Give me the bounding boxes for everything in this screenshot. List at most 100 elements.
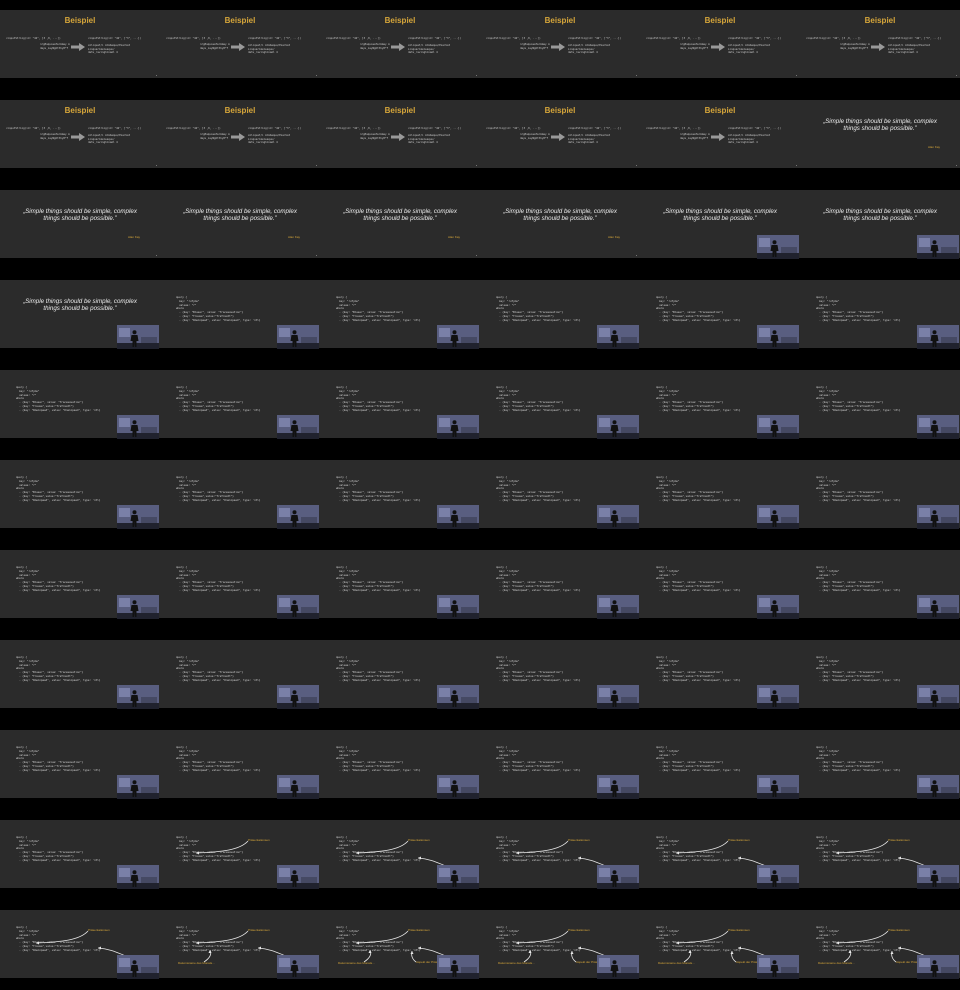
right-arrow-icon (71, 43, 85, 51)
video-frame-thumbnail: „Simple things should be simple, complex… (640, 180, 800, 270)
speaker-person-icon (290, 420, 299, 437)
video-window (919, 328, 930, 337)
code-block: query { key: "ruTyms" values: "?" where … (336, 656, 421, 682)
speaker-person-icon (610, 960, 619, 977)
video-frame-thumbnail: query { key: "ruTyms" values: "?" where … (160, 720, 320, 810)
speaker-video-overlay (277, 415, 319, 439)
code-block: query { key: "ruTyms" values: "?" where … (176, 296, 261, 322)
annotation-label: Präsentationsen (888, 838, 910, 842)
speaker-person-icon (770, 690, 779, 707)
code-block: query { key: "ruTyms" values: "?" where … (336, 746, 421, 772)
video-window (439, 958, 450, 967)
quote-text: „Simple things should be simple, complex… (23, 208, 137, 222)
speaker-video-overlay (437, 955, 479, 979)
code-block: query { key: "ruTyms" values: "?" where … (816, 656, 901, 682)
code-block: query { key: "ruTyms" values: "?" where … (496, 656, 581, 682)
contact-sheet-grid: Beispiel <inputString(id: "42", [3 ,0, ..… (0, 0, 960, 990)
video-frame-thumbnail: query { key: "ruTyms" values: "?" where … (0, 720, 160, 810)
video-frame-thumbnail: query { key: "ruTyms" values: "?" where … (320, 810, 480, 900)
video-window (759, 868, 770, 877)
video-frame-thumbnail: query { key: "ruTyms" values: "?" where … (800, 630, 960, 720)
speaker-video-overlay (757, 325, 799, 349)
speaker-video-overlay (117, 415, 159, 439)
code-snippet-middle: nrgPaquosaTerAmay A dayu_nsyWghtthy0*f (360, 43, 390, 50)
speaker-video-overlay (277, 685, 319, 709)
code-block: query { key: "ruTyms" values: "?" where … (16, 566, 101, 592)
code-block: query { key: "ruTyms" values: "?" where … (176, 386, 261, 412)
code-block: query { key: "ruTyms" values: "?" where … (816, 476, 901, 502)
video-window (599, 778, 610, 787)
code-snippet-right: <inputString(id: "42", ["3", ...]) alliq… (728, 37, 782, 55)
presentation-slide: Beispiel <inputString(id: "42", [3 ,0, ..… (640, 100, 800, 168)
code-snippet-right: <inputString(id: "42", ["3", ...]) alliq… (88, 37, 142, 55)
slide-title: Beispiel (384, 16, 416, 25)
slide-progress-dot (956, 75, 957, 76)
right-arrow-icon (871, 43, 885, 51)
annotation-label: Datumsname des Monats... (498, 961, 535, 965)
speaker-video-overlay (597, 415, 639, 439)
slide-progress-dot (956, 165, 957, 166)
video-window (439, 598, 450, 607)
video-frame-thumbnail: Beispiel <inputString(id: "42", [3 ,0, ..… (800, 0, 960, 90)
slide-title: Beispiel (544, 106, 576, 115)
slide-progress-dot (476, 165, 477, 166)
code-snippet-left: <inputString(id: "42", [3 ,0, ...]) (646, 127, 701, 130)
speaker-video-overlay (117, 325, 159, 349)
video-frame-thumbnail: query { key: "ruTyms" values: "?" where … (640, 540, 800, 630)
video-window (279, 958, 290, 967)
video-window (919, 508, 930, 517)
presentation-slide: Beispiel <inputString(id: "42", [3 ,0, ..… (160, 100, 320, 168)
speaker-person-icon (930, 870, 939, 887)
slide-title: Beispiel (864, 16, 896, 25)
video-window (599, 598, 610, 607)
video-frame-thumbnail: „Simple things should be simple, complex… (0, 180, 160, 270)
code-block: query { key: "ruTyms" values: "?" where … (656, 296, 741, 322)
speaker-video-overlay (117, 505, 159, 529)
speaker-video-overlay (117, 595, 159, 619)
video-frame-thumbnail: Beispiel <inputString(id: "42", [3 ,0, ..… (320, 0, 480, 90)
video-frame-thumbnail: query { key: "ruTyms" values: "?" where … (160, 270, 320, 360)
code-snippet-left: <inputString(id: "42", [3 ,0, ...]) (326, 127, 381, 130)
video-frame-thumbnail: query { key: "ruTyms" values: "?" where … (640, 720, 800, 810)
quote-text: „Simple things should be simple, complex… (663, 208, 777, 222)
video-frame-thumbnail: query { key: "ruTyms" values: "?" where … (0, 360, 160, 450)
code-block: query { key: "ruTyms" values: "?" where … (496, 296, 581, 322)
code-block: query { key: "ruTyms" values: "?" where … (176, 476, 261, 502)
speaker-video-overlay (757, 595, 799, 619)
speaker-person-icon (770, 420, 779, 437)
code-snippet-middle: nrgPaquosaTerAmay A dayu_nsyWghtthy0*f (200, 43, 230, 50)
speaker-person-icon (290, 960, 299, 977)
code-snippet-left: <inputString(id: "42", [3 ,0, ...]) (806, 37, 861, 40)
video-window (119, 598, 130, 607)
right-arrow-icon (231, 133, 245, 141)
speaker-person-icon (130, 330, 139, 347)
speaker-person-icon (450, 690, 459, 707)
video-frame-thumbnail: query { key: "ruTyms" values: "?" where … (800, 900, 960, 990)
video-window (759, 328, 770, 337)
video-window (439, 328, 450, 337)
code-snippet-middle: nrgPaquosaTerAmay A dayu_nsyWghtthy0*f (360, 133, 390, 140)
video-window (599, 688, 610, 697)
slide-title: Beispiel (224, 106, 256, 115)
code-block: query { key: "ruTyms" values: "?" where … (656, 476, 741, 502)
video-window (599, 508, 610, 517)
quote-text: „Simple things should be simple, complex… (23, 298, 137, 312)
annotation-label: Datumsname des Monats... (178, 961, 215, 965)
code-snippet-middle: nrgPaquosaTerAmay A dayu_nsyWghtthy0*f (40, 133, 70, 140)
video-frame-thumbnail: query { key: "ruTyms" values: "?" where … (800, 450, 960, 540)
speaker-person-icon (610, 690, 619, 707)
speaker-person-icon (770, 600, 779, 617)
code-block: query { key: "ruTyms" values: "?" where … (816, 386, 901, 412)
video-frame-thumbnail: query { key: "ruTyms" values: "?" where … (640, 270, 800, 360)
speaker-video-overlay (437, 325, 479, 349)
code-block: query { key: "ruTyms" values: "?" where … (176, 566, 261, 592)
code-snippet-middle: nrgPaquosaTerAmay A dayu_nsyWghtthy0*f (200, 133, 230, 140)
video-frame-thumbnail: query { key: "ruTyms" values: "?" where … (800, 270, 960, 360)
presentation-slide: Beispiel <inputString(id: "42", [3 ,0, ..… (480, 100, 640, 168)
slide-progress-dot (636, 255, 637, 256)
speaker-video-overlay (917, 775, 959, 799)
video-frame-thumbnail: query { key: "ruTyms" values: "?" where … (160, 630, 320, 720)
presentation-slide: „Simple things should be simple, complex… (160, 190, 320, 258)
speaker-video-overlay (757, 775, 799, 799)
code-snippet-left: <inputString(id: "42", [3 ,0, ...]) (166, 37, 221, 40)
